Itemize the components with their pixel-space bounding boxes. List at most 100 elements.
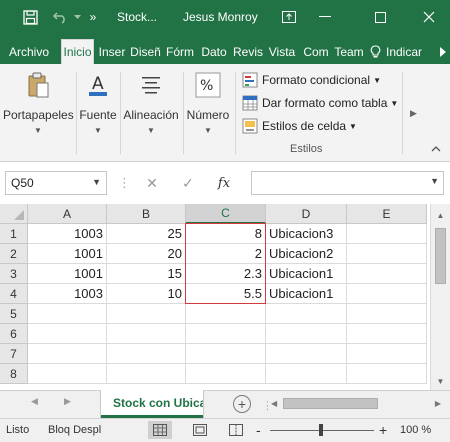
cell-d3[interactable]: Ubicacion1 xyxy=(266,264,347,284)
user-name[interactable]: Jesus Monroy xyxy=(183,0,263,34)
enter-check-icon[interactable]: ✓ xyxy=(170,175,206,192)
cell-styles-button[interactable]: Estilos de celda ▼ xyxy=(242,116,357,136)
name-box[interactable]: Q50 ▼ xyxy=(5,171,107,195)
column-header-c[interactable]: C xyxy=(186,204,266,224)
cell-d1[interactable]: Ubicacion3 xyxy=(266,224,347,244)
font-group[interactable]: A Fuente ▼ xyxy=(78,70,118,160)
cell-e4[interactable] xyxy=(347,284,427,304)
cell-b8[interactable] xyxy=(107,364,186,384)
tab-archivo[interactable]: Archivo xyxy=(4,39,54,64)
cell-b3[interactable]: 15 xyxy=(107,264,186,284)
tab-insertar[interactable]: Inser xyxy=(97,39,127,64)
ribbon-display-options-icon[interactable] xyxy=(277,0,301,34)
vertical-scroll-thumb[interactable] xyxy=(435,228,446,284)
cell-d4[interactable]: Ubicacion1 xyxy=(266,284,347,304)
cell-a3[interactable]: 1001 xyxy=(28,264,107,284)
horizontal-scrollbar[interactable]: ◀ ▶ xyxy=(271,397,441,411)
cell-d7[interactable] xyxy=(266,344,347,364)
minimize-icon[interactable] xyxy=(313,0,337,34)
cell-d6[interactable] xyxy=(266,324,347,344)
cell-c3[interactable]: 2.3 xyxy=(186,264,266,284)
cell-b4[interactable]: 10 xyxy=(107,284,186,304)
cell-a8[interactable] xyxy=(28,364,107,384)
column-header-d[interactable]: D xyxy=(266,204,347,224)
cell-e7[interactable] xyxy=(347,344,427,364)
normal-view-icon[interactable] xyxy=(148,421,172,439)
cell-a7[interactable] xyxy=(28,344,107,364)
column-header-e[interactable]: E xyxy=(347,204,427,224)
vertical-scrollbar[interactable]: ▲ ▼ xyxy=(430,204,450,390)
number-group[interactable]: % Número ▼ xyxy=(185,70,231,160)
cell-e8[interactable] xyxy=(347,364,427,384)
zoom-out-button[interactable]: - xyxy=(256,422,261,438)
row-header-3[interactable]: 3 xyxy=(0,264,28,284)
row-header-6[interactable]: 6 xyxy=(0,324,28,344)
insert-function-icon[interactable]: fx xyxy=(206,176,242,191)
tell-me-search[interactable]: Indicar xyxy=(370,39,432,64)
scroll-right-icon[interactable]: ▶ xyxy=(435,399,441,408)
close-icon[interactable] xyxy=(416,0,442,34)
format-as-table-button[interactable]: Dar formato como tabla ▼ xyxy=(242,93,398,113)
name-box-chevron-down-icon[interactable]: ▼ xyxy=(92,177,101,187)
tab-vista[interactable]: Vista xyxy=(267,39,297,64)
cell-b6[interactable] xyxy=(107,324,186,344)
cell-e6[interactable] xyxy=(347,324,427,344)
collapse-ribbon-icon[interactable] xyxy=(431,144,441,154)
alignment-group[interactable]: Alineación ▼ xyxy=(121,70,181,160)
cell-b2[interactable]: 20 xyxy=(107,244,186,264)
sheet-scroll-left-icon[interactable]: ◀ xyxy=(31,396,38,407)
select-all-corner[interactable] xyxy=(0,204,28,224)
maximize-icon[interactable] xyxy=(368,0,392,34)
zoom-slider-thumb[interactable] xyxy=(319,424,323,436)
page-break-preview-icon[interactable] xyxy=(224,421,248,439)
row-header-2[interactable]: 2 xyxy=(0,244,28,264)
tab-revisar[interactable]: Revis xyxy=(232,39,264,64)
formula-bar-grip-icon[interactable]: ⋮ xyxy=(118,175,131,191)
column-header-b[interactable]: B xyxy=(107,204,186,224)
row-header-8[interactable]: 8 xyxy=(0,364,28,384)
cell-e3[interactable] xyxy=(347,264,427,284)
sheet-tab-stock-con-ubicacion[interactable]: Stock con Ubicacion xyxy=(101,390,203,418)
cancel-icon[interactable]: ✕ xyxy=(134,175,170,192)
scroll-down-icon[interactable]: ▼ xyxy=(431,372,450,390)
cell-c6[interactable] xyxy=(186,324,266,344)
zoom-level[interactable]: 100 % xyxy=(400,424,431,436)
cell-a4[interactable]: 1003 xyxy=(28,284,107,304)
horizontal-scroll-thumb[interactable] xyxy=(283,398,378,409)
cell-c5[interactable] xyxy=(186,304,266,324)
ribbon-scroll-right-icon[interactable]: ▶ xyxy=(410,108,417,119)
cell-c7[interactable] xyxy=(186,344,266,364)
cell-a1[interactable]: 1003 xyxy=(28,224,107,244)
cell-d5[interactable] xyxy=(266,304,347,324)
tab-datos[interactable]: Dato xyxy=(199,39,229,64)
cell-a5[interactable] xyxy=(28,304,107,324)
worksheet-grid[interactable]: A B C D E 1 1003 25 8 Ubicacion3 2 1001 20 2 Ubicacion… xyxy=(0,204,430,390)
row-header-1[interactable]: 1 xyxy=(0,224,28,244)
column-header-a[interactable]: A xyxy=(28,204,107,224)
cell-e5[interactable] xyxy=(347,304,427,324)
save-icon[interactable] xyxy=(18,0,42,34)
row-header-4[interactable]: 4 xyxy=(0,284,28,304)
scroll-left-icon[interactable]: ◀ xyxy=(271,399,277,408)
tab-complementos[interactable]: Com xyxy=(301,39,331,64)
page-layout-view-icon[interactable] xyxy=(188,421,212,439)
row-header-7[interactable]: 7 xyxy=(0,344,28,364)
zoom-in-button[interactable]: + xyxy=(379,422,387,438)
formula-input[interactable]: ▼ xyxy=(251,171,444,195)
scroll-up-icon[interactable]: ▲ xyxy=(431,206,450,224)
quick-access-more-icon[interactable]: » xyxy=(86,0,100,34)
expand-formula-bar-chevron-down-icon[interactable]: ▼ xyxy=(430,176,439,186)
conditional-formatting-button[interactable]: Formato condicional ▼ xyxy=(242,70,381,90)
cell-c1[interactable]: 8 xyxy=(186,224,266,244)
cell-c8[interactable] xyxy=(186,364,266,384)
tab-inicio[interactable]: Inicio xyxy=(61,39,94,64)
cell-b1[interactable]: 25 xyxy=(107,224,186,244)
sheet-scroll-right-icon[interactable]: ▶ xyxy=(64,396,71,407)
row-header-5[interactable]: 5 xyxy=(0,304,28,324)
tab-formulas[interactable]: Fórm xyxy=(165,39,195,64)
undo-dropdown-icon[interactable] xyxy=(72,0,82,34)
tab-diseno[interactable]: Diseñ xyxy=(130,39,161,64)
undo-icon[interactable] xyxy=(50,0,72,34)
cell-b7[interactable] xyxy=(107,344,186,364)
cell-a6[interactable] xyxy=(28,324,107,344)
